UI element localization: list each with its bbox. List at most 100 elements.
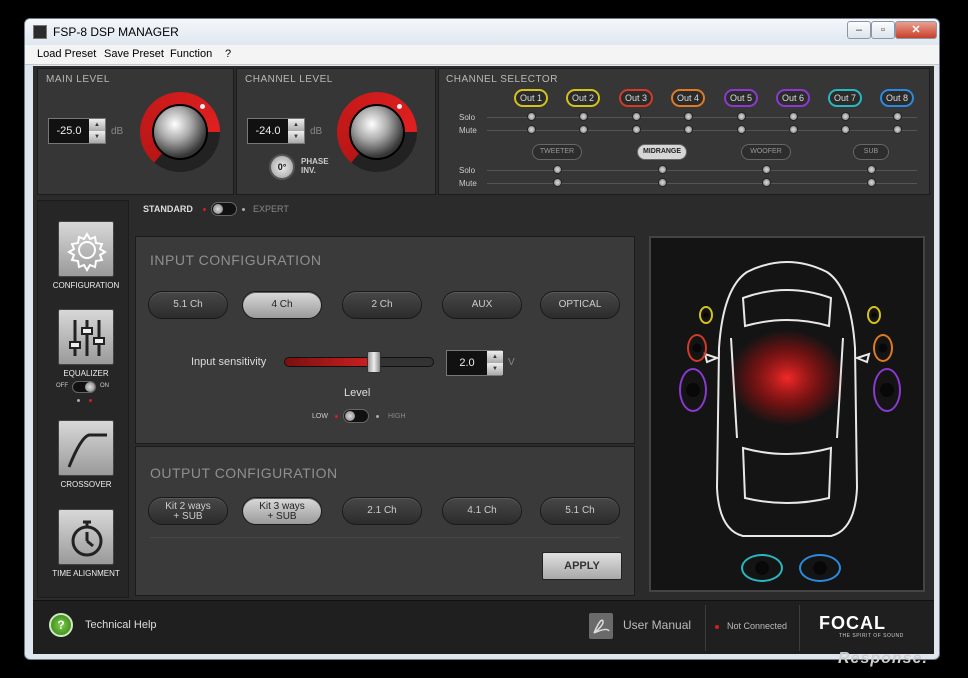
phase-invert-button[interactable]: 0° xyxy=(269,154,295,180)
help-icon[interactable]: ? xyxy=(49,613,73,637)
group-tweeter-button[interactable]: TWEETER xyxy=(532,144,582,160)
menu-help[interactable]: ? xyxy=(225,48,231,60)
output-config-button-5[interactable]: 5.1 Ch xyxy=(540,497,620,525)
main-level-knob-indicator xyxy=(200,104,205,109)
input-sensitivity-down-button[interactable]: ▼ xyxy=(487,363,503,375)
eq-indicator-dot-2 xyxy=(89,399,92,402)
input-sensitivity-slider[interactable] xyxy=(284,357,434,367)
input-sensitivity-up-button[interactable]: ▲ xyxy=(487,351,503,363)
channel-level-spinbox[interactable]: -24.0 ▲ ▼ xyxy=(247,118,305,144)
selector-line-2 xyxy=(487,170,917,171)
group-woofer-mute-toggle[interactable] xyxy=(762,178,771,187)
output-8-mute-toggle[interactable] xyxy=(893,125,902,134)
channel-level-up-button[interactable]: ▲ xyxy=(288,119,304,131)
output-1-button[interactable]: Out 1 xyxy=(514,89,548,107)
output-7-button[interactable]: Out 7 xyxy=(828,89,862,107)
selector-line-3 xyxy=(487,183,917,184)
output-8-button[interactable]: Out 8 xyxy=(880,89,914,107)
sidebar: CONFIGURATION EQUALIZER OFF ON CROSSOVER xyxy=(37,200,129,598)
output-2-button[interactable]: Out 2 xyxy=(566,89,600,107)
channel-level-knob-cap xyxy=(349,104,405,160)
mode-toggle[interactable] xyxy=(211,202,237,216)
output-4-button[interactable]: Out 4 xyxy=(671,89,705,107)
output-6-solo-toggle[interactable] xyxy=(789,112,798,121)
input-5-1-ch-button[interactable]: 5.1 Ch xyxy=(148,291,228,319)
output-3-solo-toggle[interactable] xyxy=(632,112,641,121)
channel-level-value[interactable]: -24.0 xyxy=(248,119,288,143)
user-manual-link[interactable]: User Manual xyxy=(623,618,691,632)
output-config-button-3[interactable]: 2.1 Ch xyxy=(342,497,422,525)
input-2-ch-button[interactable]: 2 Ch xyxy=(342,291,422,319)
output-5-solo-toggle[interactable] xyxy=(737,112,746,121)
group-midrange-solo-toggle[interactable] xyxy=(658,165,667,174)
output-1-solo-toggle[interactable] xyxy=(527,112,536,121)
midrange-left-speaker-icon[interactable] xyxy=(687,334,707,362)
output-5-mute-toggle[interactable] xyxy=(737,125,746,134)
output-3-button[interactable]: Out 3 xyxy=(619,89,653,107)
main-level-spinbox[interactable]: -25.0 ▲ ▼ xyxy=(48,118,106,144)
close-button[interactable]: ✕ xyxy=(895,21,937,39)
minimize-button[interactable]: ‒ xyxy=(847,21,871,39)
phase-label-line-2: INV. xyxy=(301,166,316,175)
output-8-solo-toggle[interactable] xyxy=(893,112,902,121)
output-config-button-2[interactable]: Kit 3 ways + SUB xyxy=(242,497,322,525)
output-6-mute-toggle[interactable] xyxy=(789,125,798,134)
output-2-solo-toggle[interactable] xyxy=(579,112,588,121)
woofer-right-speaker-icon xyxy=(873,368,901,412)
mode-expert-label: EXPERT xyxy=(253,204,289,214)
mode-standard-dot xyxy=(203,208,206,211)
channel-level-down-button[interactable]: ▼ xyxy=(288,131,304,143)
input-optical-button[interactable]: OPTICAL xyxy=(540,291,620,319)
output-config-button-4[interactable]: 4.1 Ch xyxy=(442,497,522,525)
group-woofer-button[interactable]: WOOFER xyxy=(741,144,791,160)
output-config-button-3-line-1: 2.1 Ch xyxy=(367,505,397,516)
main-level-down-button[interactable]: ▼ xyxy=(89,131,105,143)
output-4-solo-toggle[interactable] xyxy=(684,112,693,121)
input-sensitivity-thumb[interactable] xyxy=(367,351,381,373)
channel-selector-label: CHANNEL SELECTOR xyxy=(446,74,558,85)
group-woofer-solo-toggle[interactable] xyxy=(762,165,771,174)
output-1-mute-toggle[interactable] xyxy=(527,125,536,134)
input-sensitivity-spinbox[interactable]: 2.0 ▲ ▼ xyxy=(446,350,503,376)
menu-function[interactable]: Function xyxy=(170,48,212,60)
input-4-ch-button[interactable]: 4 Ch xyxy=(242,291,322,319)
maximize-button[interactable]: ▫ xyxy=(871,21,895,39)
group-sub-button[interactable]: SUB xyxy=(853,144,889,160)
group-midrange-button[interactable]: MIDRANGE xyxy=(637,144,687,160)
midrange-right-speaker-icon[interactable] xyxy=(873,334,893,362)
car-outline xyxy=(703,261,871,537)
eq-toggle[interactable] xyxy=(72,381,96,393)
output-4-mute-toggle[interactable] xyxy=(684,125,693,134)
output-3-mute-toggle[interactable] xyxy=(632,125,641,134)
output-7-solo-toggle[interactable] xyxy=(841,112,850,121)
output-6-button[interactable]: Out 6 xyxy=(776,89,810,107)
pdf-icon[interactable] xyxy=(589,613,613,639)
output-5-button[interactable]: Out 5 xyxy=(724,89,758,107)
output-config-button-1[interactable]: Kit 2 ways + SUB xyxy=(148,497,228,525)
main-level-knob[interactable] xyxy=(140,92,220,172)
menu-load-preset[interactable]: Load Preset xyxy=(37,48,96,60)
output-7-mute-toggle[interactable] xyxy=(841,125,850,134)
main-level-up-button[interactable]: ▲ xyxy=(89,119,105,131)
output-2-mute-toggle[interactable] xyxy=(579,125,588,134)
group-sub-mute-toggle[interactable] xyxy=(867,178,876,187)
window-title: FSP-8 DSP MANAGER xyxy=(53,25,179,39)
apply-button[interactable]: APPLY xyxy=(542,552,622,580)
main-level-knob-cap xyxy=(152,104,208,160)
group-sub-solo-toggle[interactable] xyxy=(867,165,876,174)
menu-save-preset[interactable]: Save Preset xyxy=(104,48,164,60)
group-midrange-mute-toggle[interactable] xyxy=(658,178,667,187)
input-sensitivity-value[interactable]: 2.0 xyxy=(447,351,487,375)
main-level-value[interactable]: -25.0 xyxy=(49,119,89,143)
input-sensitivity-unit: V xyxy=(508,357,515,368)
group-tweeter-solo-toggle[interactable] xyxy=(553,165,562,174)
group-tweeter-mute-toggle[interactable] xyxy=(553,178,562,187)
main-level-label: MAIN LEVEL xyxy=(46,74,110,85)
selector-line-1 xyxy=(487,130,917,131)
channel-level-knob[interactable] xyxy=(337,92,417,172)
input-aux-button[interactable]: AUX xyxy=(442,291,522,319)
eq-off-label: OFF xyxy=(56,383,68,389)
level-toggle[interactable] xyxy=(343,409,369,423)
sidebar-label-time-alignment: TIME ALIGNMENT xyxy=(52,569,120,578)
technical-help-link[interactable]: Technical Help xyxy=(85,619,157,631)
